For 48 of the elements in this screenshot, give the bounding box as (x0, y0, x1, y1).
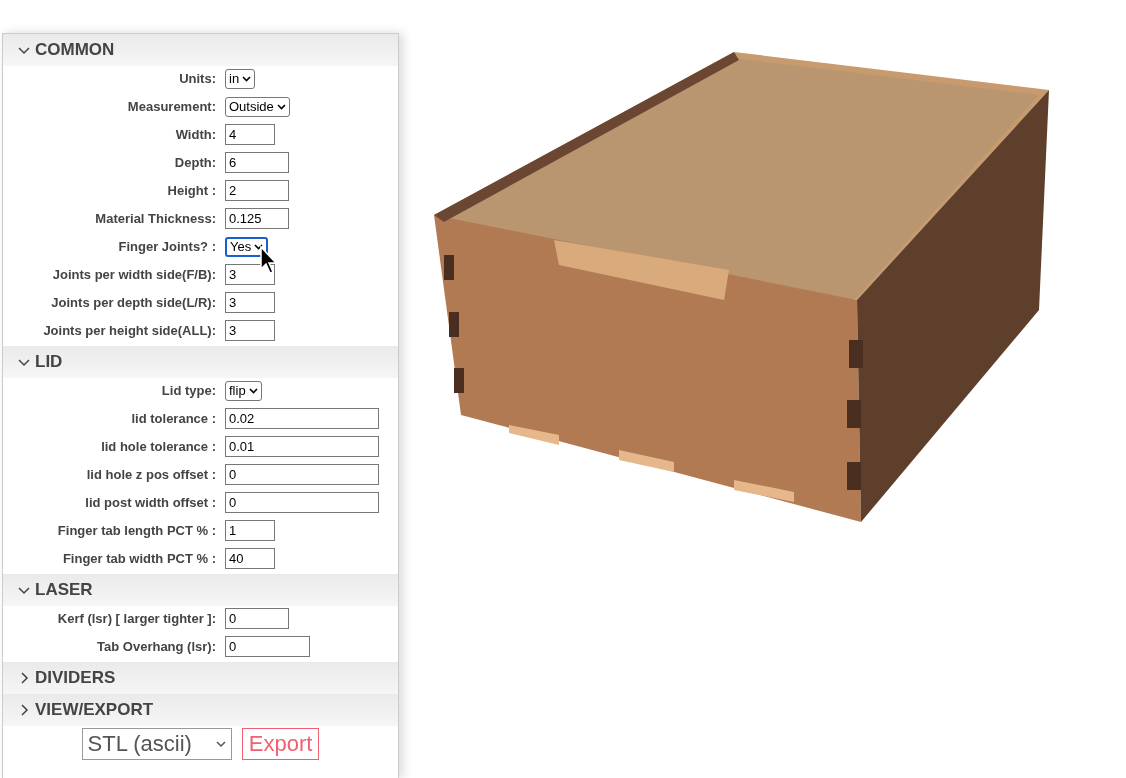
input-field[interactable]: 0 (225, 608, 289, 629)
input-field[interactable]: 0 (225, 636, 310, 657)
input-field[interactable]: 3 (225, 292, 275, 313)
input-field[interactable]: 40 (225, 548, 275, 569)
section-header[interactable]: LID (3, 346, 398, 378)
field-label: Joints per height side(ALL): (42, 323, 216, 338)
input-field[interactable]: 1 (225, 520, 275, 541)
input-field[interactable]: 4 (225, 124, 275, 145)
field-label: lid hole tolerance : (100, 439, 216, 454)
caret-icon (248, 387, 258, 394)
field-label: Finger tab length PCT % : (56, 523, 216, 538)
input-field[interactable]: 2 (225, 180, 289, 201)
field-label: Depth: (173, 155, 216, 170)
field-label: Height : (166, 183, 216, 198)
field-label: Units: (178, 71, 216, 86)
caret-icon (215, 740, 226, 748)
caret-icon (276, 103, 286, 110)
field-label: Material Thickness: (94, 211, 216, 226)
format-select[interactable]: STL (ascii) (81, 728, 232, 760)
input-field[interactable]: 3 (225, 320, 275, 341)
field-label: lid hole z pos offset : (85, 467, 216, 482)
input-field[interactable]: 0.125 (225, 208, 289, 229)
section-header[interactable]: LASER (3, 574, 398, 606)
input-field[interactable]: 6 (225, 152, 289, 173)
field-label: Width: (174, 127, 216, 142)
input-field[interactable]: 3 (225, 264, 275, 285)
input-field[interactable]: 0.01 (225, 436, 379, 457)
field-label: Tab Overhang (lsr): (96, 639, 216, 654)
select-field[interactable]: in (225, 68, 256, 89)
field-label: Measurement: (126, 99, 216, 114)
section-header[interactable]: COMMON (3, 34, 398, 66)
field-label: Joints per width side(F/B): (51, 267, 216, 282)
section-header[interactable]: VIEW/EXPORT (3, 694, 398, 726)
caret-icon (242, 75, 252, 82)
field-label: Finger Joints? : (117, 239, 216, 254)
section-header[interactable]: DIVIDERS (3, 662, 398, 694)
input-field[interactable]: 0 (225, 492, 379, 513)
field-label: Lid type: (160, 383, 216, 398)
field-label: Joints per depth side(L/R): (50, 295, 216, 310)
field-label: Finger tab width PCT % : (61, 551, 216, 566)
caret-icon (254, 243, 264, 250)
input-field[interactable]: 0.02 (225, 408, 379, 429)
select-field[interactable]: flip (225, 380, 262, 401)
field-label: lid post width offset : (84, 495, 216, 510)
field-label: lid tolerance : (130, 411, 216, 426)
select-field[interactable]: Outside (225, 96, 290, 117)
field-label: Kerf (lsr) [ larger tighter ]: (56, 611, 216, 626)
input-field[interactable]: 0 (225, 464, 379, 485)
